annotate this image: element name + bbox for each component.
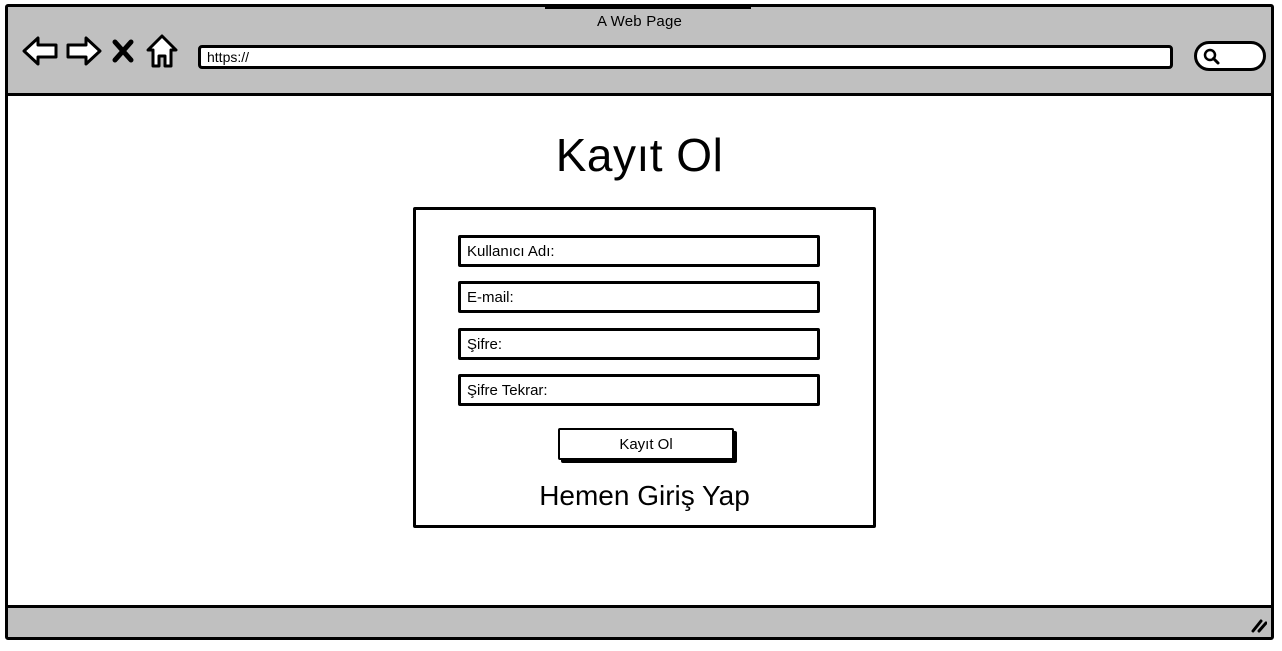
browser-window: A Web Page https:// Kayıt Ol Kullanıcı A… xyxy=(5,4,1274,640)
register-button[interactable]: Kayıt Ol xyxy=(558,428,734,460)
page-content: Kayıt Ol Kayıt Ol Hemen Giriş Yap xyxy=(8,96,1271,611)
password-repeat-field[interactable] xyxy=(458,374,820,406)
navigation-buttons xyxy=(22,33,188,69)
username-field[interactable] xyxy=(458,235,820,267)
browser-toolbar: A Web Page xyxy=(8,7,1271,96)
home-icon[interactable] xyxy=(144,33,180,69)
resize-grip-icon[interactable] xyxy=(1249,615,1267,633)
window-title: A Web Page xyxy=(596,13,683,30)
status-bar xyxy=(8,605,1271,637)
login-link[interactable]: Hemen Giriş Yap xyxy=(416,480,873,512)
email-field[interactable] xyxy=(458,281,820,313)
back-arrow-icon[interactable] xyxy=(22,33,58,69)
search-button[interactable] xyxy=(1194,41,1266,71)
search-icon xyxy=(1203,48,1220,65)
register-form: Kayıt Ol Hemen Giriş Yap xyxy=(413,207,876,528)
tab-strip xyxy=(545,7,751,9)
address-bar[interactable] xyxy=(198,45,1173,69)
close-icon[interactable] xyxy=(110,33,136,69)
page-title: Kayıt Ol xyxy=(555,129,724,181)
password-field[interactable] xyxy=(458,328,820,360)
forward-arrow-icon[interactable] xyxy=(66,33,102,69)
